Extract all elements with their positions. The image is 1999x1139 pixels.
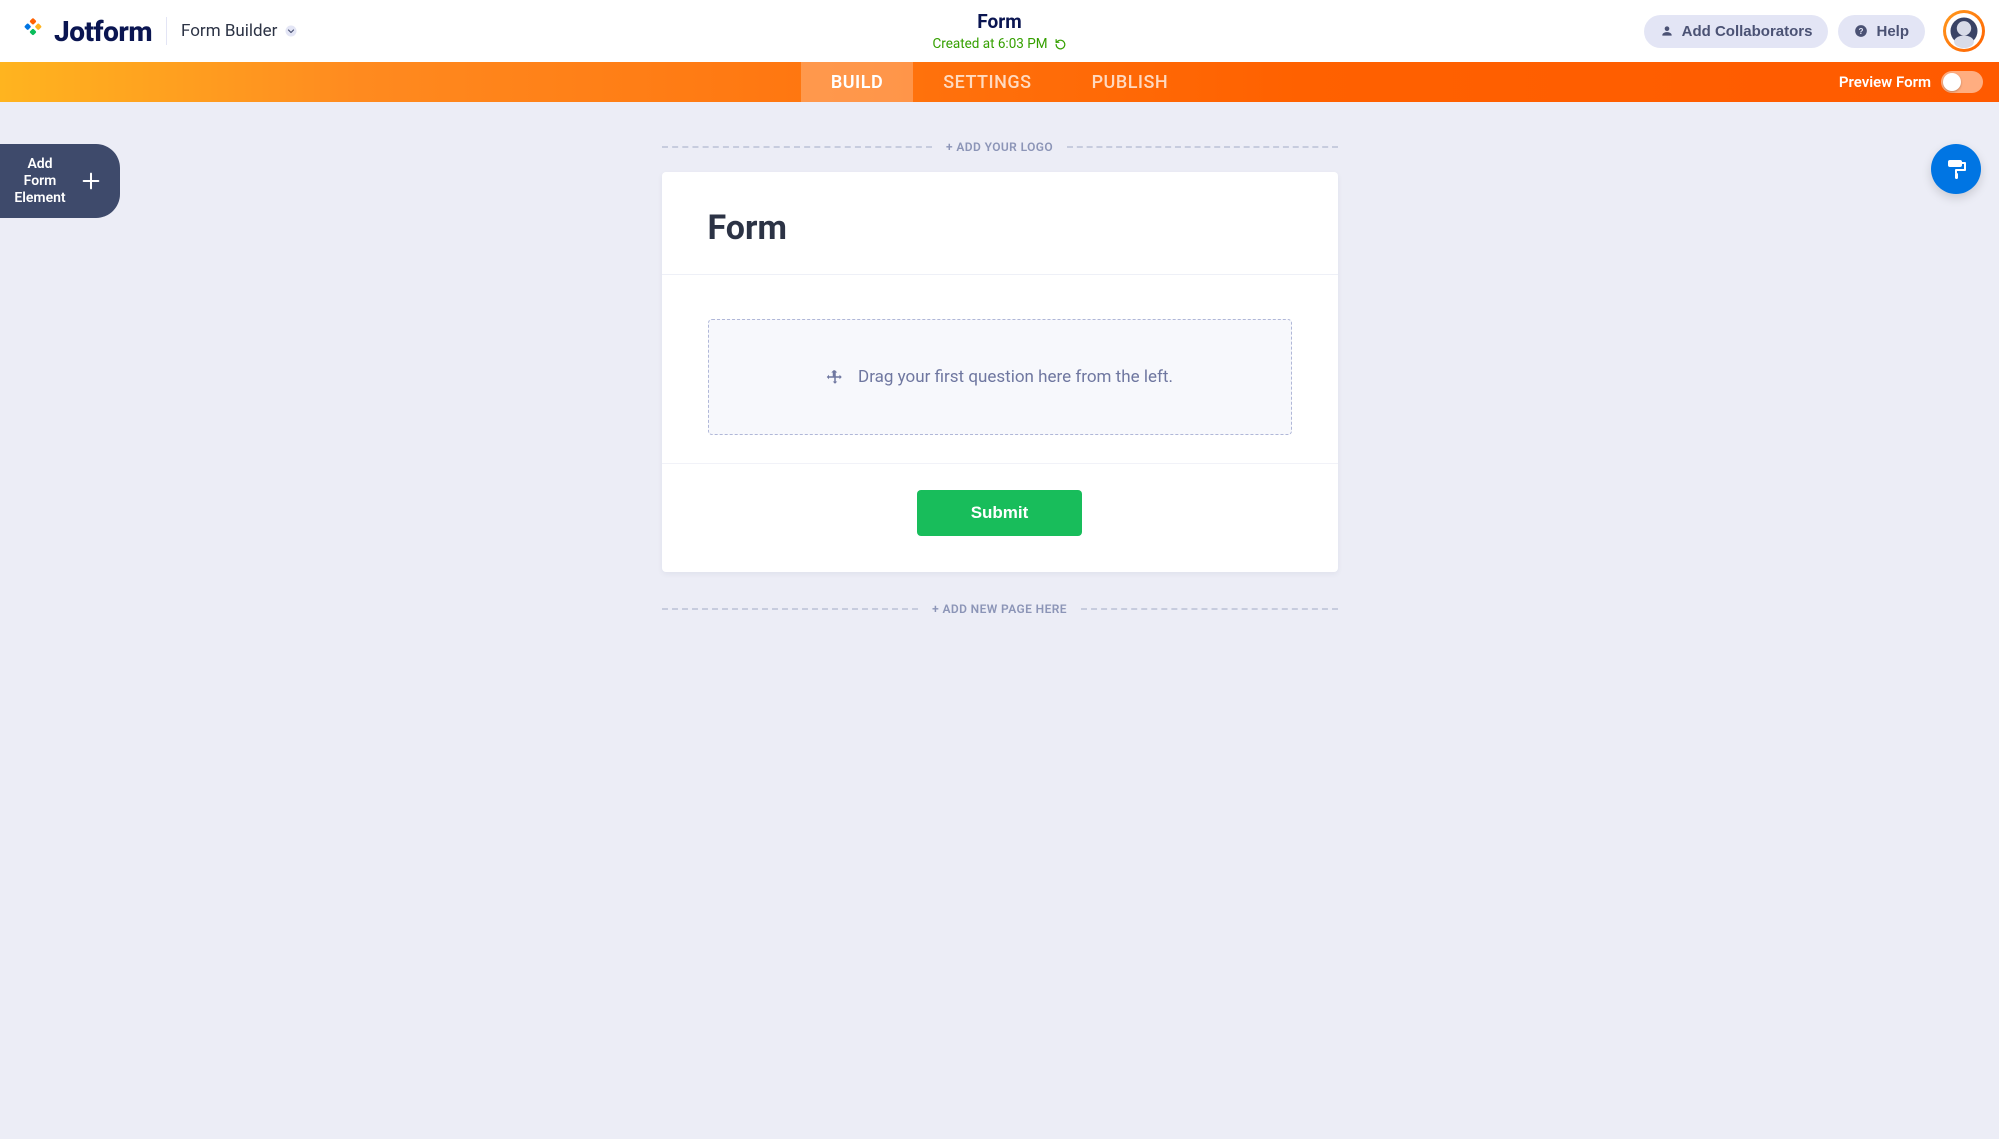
form-footer: Submit (662, 463, 1338, 572)
tabs: BUILD SETTINGS PUBLISH (801, 62, 1198, 102)
logo-icon (14, 16, 44, 46)
breadcrumb-form-builder[interactable]: Form Builder (181, 21, 297, 41)
question-icon: ? (1854, 24, 1868, 38)
main-tabbar: BUILD SETTINGS PUBLISH Preview Form (0, 62, 1999, 102)
user-icon (1660, 24, 1674, 38)
header-left: Jotform Form Builder (14, 15, 1644, 48)
form-body: Drag your first question here from the l… (662, 275, 1338, 443)
add-form-element-label: Add Form Element (14, 156, 66, 206)
vertical-divider (166, 17, 167, 45)
form-designer-button[interactable] (1931, 144, 1981, 194)
dropzone-text: Drag your first question here from the l… (858, 367, 1173, 387)
tab-publish[interactable]: PUBLISH (1062, 62, 1199, 102)
preview-form-toggle[interactable] (1941, 71, 1983, 93)
revert-icon[interactable] (1054, 38, 1067, 51)
header-right: Add Collaborators ? Help (1644, 10, 1985, 52)
toggle-knob (1943, 73, 1961, 91)
tab-settings[interactable]: SETTINGS (913, 62, 1061, 102)
preview-form: Preview Form (1839, 71, 1983, 93)
move-icon (826, 368, 844, 386)
form-header-title: Form (708, 208, 1292, 248)
created-at: Created at 6:03 PM (932, 36, 1066, 52)
add-logo-button[interactable]: + ADD YOUR LOGO (662, 140, 1338, 154)
form-canvas: + ADD YOUR LOGO Form Drag your first que… (662, 140, 1338, 616)
tab-build[interactable]: BUILD (801, 62, 913, 102)
add-new-page-label: + ADD NEW PAGE HERE (918, 602, 1081, 616)
avatar[interactable] (1943, 10, 1985, 52)
plus-icon (76, 166, 106, 196)
form-card: Form Drag your first question here from … (662, 172, 1338, 572)
logo[interactable]: Jotform (14, 15, 152, 48)
question-dropzone[interactable]: Drag your first question here from the l… (708, 319, 1292, 435)
svg-text:?: ? (1859, 27, 1864, 36)
submit-button[interactable]: Submit (917, 490, 1083, 536)
add-form-element-button[interactable]: Add Form Element (0, 144, 120, 218)
add-logo-label: + ADD YOUR LOGO (932, 140, 1067, 154)
breadcrumb-label: Form Builder (181, 21, 277, 41)
preview-form-label: Preview Form (1839, 73, 1931, 91)
paint-roller-icon (1944, 157, 1968, 181)
avatar-icon (1946, 13, 1982, 49)
chevron-down-icon (285, 25, 297, 37)
form-title[interactable]: Form (932, 10, 1066, 33)
add-collaborators-label: Add Collaborators (1682, 23, 1813, 40)
header-center: Form Created at 6:03 PM (932, 10, 1066, 52)
top-header: Jotform Form Builder Form Created at 6:0… (0, 0, 1999, 62)
help-button[interactable]: ? Help (1838, 15, 1925, 48)
add-new-page-button[interactable]: + ADD NEW PAGE HERE (662, 602, 1338, 616)
form-header[interactable]: Form (662, 172, 1338, 275)
help-label: Help (1876, 23, 1909, 40)
logo-text: Jotform (54, 15, 152, 48)
add-collaborators-button[interactable]: Add Collaborators (1644, 15, 1829, 48)
created-at-text: Created at 6:03 PM (932, 36, 1047, 52)
